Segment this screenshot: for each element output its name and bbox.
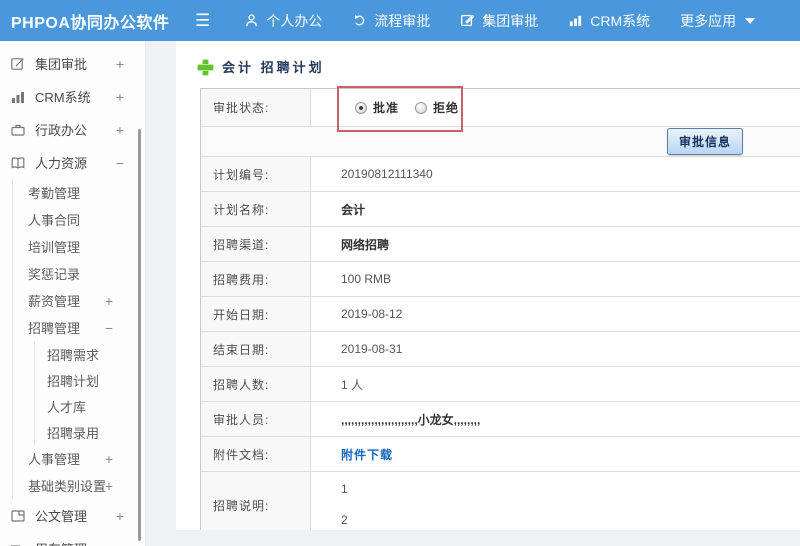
sidebar-item-talent-pool[interactable]: 人才库 bbox=[35, 393, 146, 419]
sidebar: 集团审批 + CRM系统 + 行政办公 + 人力资源 − 考勤管理 人事合同 培… bbox=[0, 41, 146, 546]
bar-chart-icon bbox=[570, 15, 582, 27]
expand-icon[interactable]: + bbox=[116, 56, 124, 72]
table-row-end-date: 结束日期: 2019-08-31 bbox=[201, 332, 800, 367]
briefcase-icon bbox=[11, 124, 25, 136]
sidebar-divider bbox=[145, 41, 146, 546]
nav-group-approval[interactable]: 集团审批 bbox=[460, 11, 538, 31]
nav-label: 更多应用 bbox=[680, 12, 737, 29]
refresh-icon bbox=[355, 14, 365, 26]
collapse-icon[interactable]: − bbox=[116, 155, 124, 171]
user-icon bbox=[246, 14, 258, 27]
expand-icon[interactable]: + bbox=[105, 293, 113, 309]
radio-approve[interactable]: 批准 bbox=[355, 99, 399, 116]
table-row-plan-name: 计划名称: 会计 bbox=[201, 192, 800, 227]
page-bottom-gutter bbox=[176, 530, 800, 546]
table-row-start-date: 开始日期: 2019-08-12 bbox=[201, 297, 800, 332]
sidebar-item-recruit-plan[interactable]: 招聘计划 bbox=[35, 367, 146, 393]
sidebar-item-crm[interactable]: CRM系统 + bbox=[0, 80, 146, 113]
expand-icon[interactable]: + bbox=[116, 122, 124, 138]
table-row-recruit-cost: 招聘费用: 100 RMB bbox=[201, 262, 800, 297]
plus-icon bbox=[197, 59, 214, 76]
topbar: PHPOA协同办公软件 ☰ 个人办公 流程审批 集团审批 CRM系统 更多应用 bbox=[0, 0, 800, 41]
edit-icon bbox=[461, 14, 475, 27]
nav-label: 集团审批 bbox=[482, 12, 539, 29]
sidebar-item-label: 用车管理 bbox=[35, 539, 87, 546]
sidebar-item-human-resources[interactable]: 人力资源 − bbox=[0, 146, 146, 179]
app-logo: PHPOA协同办公软件 bbox=[11, 14, 170, 32]
expand-icon[interactable]: + bbox=[116, 508, 124, 524]
document-icon bbox=[11, 509, 25, 522]
sidebar-item-vehicles[interactable]: 用车管理 + bbox=[0, 532, 146, 546]
table-row-attachment: 附件文档: 附件下载 bbox=[201, 437, 800, 472]
sidebar-item-label: 人力资源 bbox=[35, 156, 88, 171]
expand-icon[interactable]: + bbox=[105, 478, 113, 494]
attachment-download-link[interactable]: 附件下载 bbox=[341, 446, 393, 463]
expand-icon[interactable]: + bbox=[116, 89, 124, 105]
recruitment-submenu: 招聘需求 招聘计划 人才库 招聘录用 bbox=[34, 341, 146, 445]
sidebar-item-training[interactable]: 培训管理 bbox=[13, 233, 146, 260]
sidebar-menu: 集团审批 + CRM系统 + 行政办公 + 人力资源 − 考勤管理 人事合同 培… bbox=[0, 47, 146, 546]
recruit-plan-detail-table: 审批状态: 批准 拒绝 审批信息 计划编号: 20190812111340 计划… bbox=[200, 86, 800, 539]
sidebar-item-base-category[interactable]: 基础类别设置 + bbox=[13, 472, 146, 499]
nav-label: 流程审批 bbox=[374, 12, 431, 29]
nav-crm-system[interactable]: CRM系统 bbox=[568, 11, 650, 31]
main-content: 会计 招聘计划 审批状态: 批准 拒绝 审批信息 计划编号: 201908121… bbox=[176, 41, 800, 546]
book-icon bbox=[11, 156, 25, 169]
approval-action-row: 审批信息 bbox=[201, 127, 800, 157]
truck-icon bbox=[10, 544, 21, 546]
chevron-down-icon bbox=[745, 17, 756, 24]
nav-personal-office[interactable]: 个人办公 bbox=[244, 11, 322, 31]
expand-icon[interactable]: + bbox=[116, 541, 124, 546]
sidebar-item-label: 公文管理 bbox=[35, 509, 88, 524]
table-row-plan-number: 计划编号: 20190812111340 bbox=[201, 157, 800, 192]
approval-status-row: 审批状态: 批准 拒绝 bbox=[201, 86, 800, 132]
nav-label: CRM系统 bbox=[590, 12, 651, 29]
radio-reject-button[interactable] bbox=[415, 101, 428, 114]
table-row-headcount: 招聘人数: 1 人 bbox=[201, 367, 800, 402]
nav-more-apps[interactable]: 更多应用 bbox=[680, 11, 756, 31]
page-title-text: 会计 招聘计划 bbox=[222, 60, 325, 75]
sidebar-item-salary[interactable]: 薪资管理 + bbox=[13, 287, 146, 314]
sidebar-item-rewards[interactable]: 奖惩记录 bbox=[13, 260, 146, 287]
approval-status-value: 批准 拒绝 bbox=[311, 86, 800, 132]
sidebar-item-label: CRM系统 bbox=[35, 90, 91, 105]
sidebar-item-documents[interactable]: 公文管理 + bbox=[0, 499, 146, 532]
sidebar-item-attendance[interactable]: 考勤管理 bbox=[13, 179, 146, 206]
approval-info-button[interactable]: 审批信息 bbox=[666, 128, 743, 155]
table-row-recruit-channel: 招聘渠道: 网络招聘 bbox=[201, 227, 800, 262]
sidebar-item-label: 集团审批 bbox=[35, 57, 88, 72]
table-row-approvers: 审批人员: ,,,,,,,,,,,,,,,,,,,,,,,小龙女,,,,,,,, bbox=[201, 402, 800, 437]
sidebar-item-label: 行政办公 bbox=[35, 123, 88, 138]
app-window: PHPOA协同办公软件 ☰ 个人办公 流程审批 集团审批 CRM系统 更多应用 bbox=[0, 0, 800, 546]
radio-reject[interactable]: 拒绝 bbox=[415, 99, 459, 116]
hamburger-menu-icon[interactable]: ☰ bbox=[195, 12, 210, 29]
sidebar-item-recruit-demand[interactable]: 招聘需求 bbox=[35, 341, 146, 367]
edit-icon bbox=[11, 57, 24, 70]
sidebar-item-hr-contract[interactable]: 人事合同 bbox=[13, 206, 146, 233]
bar-chart-icon bbox=[12, 91, 24, 103]
nav-label: 个人办公 bbox=[266, 12, 323, 29]
collapse-icon[interactable]: − bbox=[105, 320, 113, 336]
top-nav: 个人办公 流程审批 集团审批 CRM系统 更多应用 bbox=[244, 11, 756, 31]
sidebar-item-recruitment[interactable]: 招聘管理 − bbox=[13, 314, 146, 341]
sidebar-item-personnel[interactable]: 人事管理 + bbox=[13, 445, 146, 472]
sidebar-item-admin-office[interactable]: 行政办公 + bbox=[0, 113, 146, 146]
content-gutter bbox=[146, 41, 176, 546]
field-label: 审批状态: bbox=[201, 89, 311, 126]
sidebar-scrollbar[interactable] bbox=[138, 129, 141, 541]
sidebar-item-recruit-hire[interactable]: 招聘录用 bbox=[35, 419, 146, 445]
nav-workflow-approval[interactable]: 流程审批 bbox=[352, 11, 430, 31]
expand-icon[interactable]: + bbox=[105, 451, 113, 467]
page-title: 会计 招聘计划 bbox=[176, 41, 800, 88]
hr-submenu: 考勤管理 人事合同 培训管理 奖惩记录 薪资管理 + 招聘管理 − 招聘需求 招聘计… bbox=[12, 179, 146, 499]
sidebar-item-group-approval[interactable]: 集团审批 + bbox=[0, 47, 146, 80]
table-row-description: 招聘说明: 1 2 bbox=[201, 472, 800, 538]
radio-approve-button[interactable] bbox=[355, 101, 367, 114]
